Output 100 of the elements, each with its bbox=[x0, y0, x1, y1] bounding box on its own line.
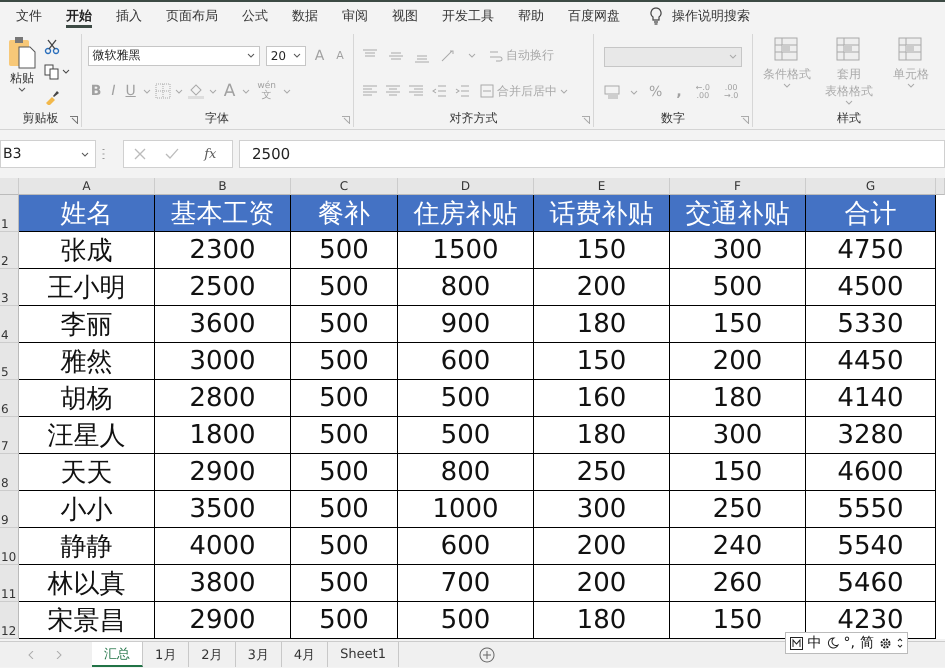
table-cell: 500 bbox=[291, 380, 398, 417]
column-header[interactable]: D bbox=[398, 178, 534, 195]
column-header[interactable]: B bbox=[155, 178, 291, 195]
dropdown-caret-icon[interactable] bbox=[62, 69, 70, 74]
decrease-indent-icon[interactable] bbox=[430, 84, 447, 98]
column-header[interactable]: E bbox=[534, 178, 670, 195]
ribbon-tab[interactable]: 数据 bbox=[280, 2, 330, 30]
table-cell: 宋景昌 bbox=[19, 602, 155, 639]
table-cell: 500 bbox=[398, 417, 534, 454]
insert-function-button[interactable]: fx bbox=[198, 146, 222, 162]
scissors-icon[interactable] bbox=[44, 38, 60, 54]
align-right-icon[interactable] bbox=[408, 84, 424, 98]
row-header[interactable]: 5 bbox=[0, 343, 19, 380]
ribbon-tab[interactable]: 视图 bbox=[380, 2, 430, 30]
cancel-icon[interactable] bbox=[134, 148, 146, 160]
row-header[interactable]: 7 bbox=[0, 417, 19, 454]
scroll-right-icon[interactable] bbox=[56, 650, 62, 658]
row-header[interactable]: 9 bbox=[0, 491, 19, 528]
row-header[interactable]: 10 bbox=[0, 528, 19, 565]
copy-icon[interactable] bbox=[44, 64, 60, 80]
sheet-tab[interactable]: 2月 bbox=[189, 642, 236, 667]
currency-icon[interactable] bbox=[604, 85, 622, 100]
row-header[interactable]: 11 bbox=[0, 565, 19, 602]
dropdown-caret-icon[interactable] bbox=[18, 87, 26, 92]
add-sheet-icon[interactable] bbox=[478, 646, 495, 662]
number-format-field[interactable] bbox=[604, 46, 742, 67]
column-header[interactable]: C bbox=[291, 178, 398, 195]
table-cell: 150 bbox=[670, 454, 806, 491]
gear-icon[interactable] bbox=[879, 636, 892, 650]
lightbulb-icon[interactable] bbox=[650, 7, 662, 25]
dialog-launcher-icon[interactable] bbox=[741, 116, 749, 124]
table-cell: 150 bbox=[534, 343, 670, 380]
table-cell: 李丽 bbox=[19, 306, 155, 343]
table-cell: 500 bbox=[291, 232, 398, 269]
table-cell: 200 bbox=[534, 269, 670, 306]
table-cell: 160 bbox=[534, 380, 670, 417]
group-label: 剪贴板 bbox=[22, 110, 58, 126]
dialog-launcher-icon[interactable] bbox=[582, 116, 590, 124]
table-cell: 500 bbox=[291, 269, 398, 306]
ribbon-tab[interactable]: 插入 bbox=[104, 2, 154, 30]
table-cell: 1500 bbox=[398, 232, 534, 269]
row-header[interactable]: 2 bbox=[0, 232, 19, 269]
dialog-launcher-icon[interactable] bbox=[342, 116, 350, 124]
ribbon-tab[interactable]: 开发工具 bbox=[430, 2, 506, 30]
ribbon-tab[interactable]: 百度网盘 bbox=[556, 2, 632, 30]
borders-icon[interactable] bbox=[154, 83, 171, 100]
table-cell: 600 bbox=[398, 528, 534, 565]
header-cell: 交通补贴 bbox=[670, 195, 806, 232]
paintbrush-icon[interactable] bbox=[44, 88, 60, 104]
sheet-tab[interactable]: Sheet1 bbox=[328, 642, 399, 667]
row-header[interactable]: 1 bbox=[0, 195, 19, 232]
paste-button[interactable]: 粘贴 bbox=[4, 34, 40, 109]
formula-field[interactable]: 2500 bbox=[239, 140, 945, 168]
align-center-icon[interactable] bbox=[384, 84, 401, 98]
ime-logo-icon[interactable] bbox=[790, 636, 803, 650]
header-cell: 话费补贴 bbox=[534, 195, 670, 232]
more-options-icon[interactable] bbox=[897, 637, 903, 649]
dialog-launcher-icon[interactable] bbox=[70, 116, 78, 124]
align-left-icon[interactable] bbox=[362, 84, 378, 98]
column-header[interactable]: G bbox=[806, 178, 936, 195]
table-cell: 500 bbox=[291, 528, 398, 565]
table-cell: 200 bbox=[534, 528, 670, 565]
select-all-corner[interactable] bbox=[0, 178, 19, 195]
ribbon-tab[interactable]: 审阅 bbox=[330, 2, 380, 30]
row-header[interactable]: 12 bbox=[0, 602, 19, 639]
ribbon-tab[interactable]: 页面布局 bbox=[154, 2, 230, 30]
sheet-tab[interactable]: 汇总 bbox=[92, 642, 143, 667]
row-header[interactable]: 4 bbox=[0, 306, 19, 343]
fill-color-icon[interactable] bbox=[186, 83, 205, 100]
scroll-left-icon[interactable] bbox=[28, 650, 34, 658]
name-box[interactable]: B3 bbox=[0, 140, 96, 168]
table-cell: 2800 bbox=[155, 380, 291, 417]
header-cell: 基本工资 bbox=[155, 195, 291, 232]
ribbon-tab[interactable]: 开始 bbox=[54, 2, 104, 30]
font-size-field[interactable]: 20 bbox=[266, 46, 306, 66]
ribbon-tab[interactable]: 帮助 bbox=[506, 2, 556, 30]
moon-icon[interactable] bbox=[826, 637, 839, 649]
table-cell: 500 bbox=[291, 417, 398, 454]
table-cell: 250 bbox=[670, 491, 806, 528]
ribbon-tab[interactable]: 公式 bbox=[230, 2, 280, 30]
table-cell: 300 bbox=[670, 232, 806, 269]
sheet-tab[interactable]: 1月 bbox=[143, 642, 190, 667]
tell-me-search[interactable]: 操作说明搜索 bbox=[672, 7, 750, 25]
dropdown-caret-icon[interactable] bbox=[246, 53, 255, 58]
row-header[interactable]: 3 bbox=[0, 269, 19, 306]
column-header[interactable]: F bbox=[670, 178, 806, 195]
row-header[interactable]: 8 bbox=[0, 454, 19, 491]
dropdown-caret-icon[interactable] bbox=[292, 53, 301, 58]
column-header[interactable] bbox=[936, 178, 945, 195]
sheet-tab[interactable]: 3月 bbox=[236, 642, 282, 667]
table-cell: 200 bbox=[534, 565, 670, 602]
dropdown-caret-icon[interactable] bbox=[81, 152, 89, 156]
column-header[interactable]: A bbox=[19, 178, 155, 195]
table-cell: 500 bbox=[398, 602, 534, 639]
ribbon-tab[interactable]: 文件 bbox=[4, 2, 54, 30]
row-header[interactable]: 6 bbox=[0, 380, 19, 417]
increase-indent-icon[interactable] bbox=[454, 84, 470, 98]
sheet-tab[interactable]: 4月 bbox=[282, 642, 328, 667]
font-name-field[interactable]: 微软雅黑 bbox=[88, 46, 260, 66]
checkmark-icon[interactable] bbox=[164, 148, 179, 160]
